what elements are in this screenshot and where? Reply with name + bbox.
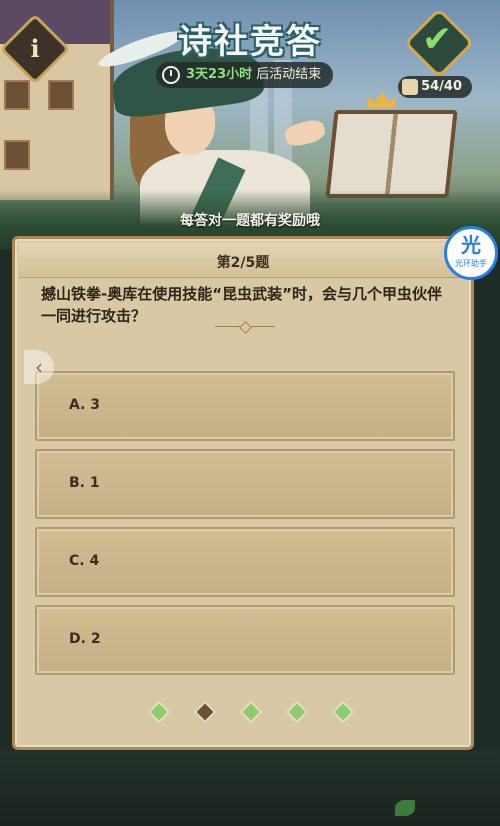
clock-icon	[162, 66, 180, 84]
progress-counter: 54/40	[398, 76, 472, 98]
option-a-button[interactable]: A. 3	[35, 371, 455, 441]
option-c-button[interactable]: C. 4	[35, 527, 455, 597]
assistant-label: 光环助手	[455, 259, 487, 268]
timer-suffix: 后活动结束	[256, 67, 322, 82]
option-label: B. 1	[69, 475, 100, 491]
quiz-panel: 第2/5题 撼山铁拳-奥库在使用技能“昆虫武装”时，会与几个甲虫伙伴一同进行攻击…	[12, 236, 474, 750]
timer-remaining: 3天23小时	[186, 67, 253, 82]
question-number: 第2/5题	[216, 255, 270, 271]
scroll-icon	[402, 79, 418, 95]
option-label: C. 4	[69, 553, 100, 569]
question-header: 第2/5题	[19, 243, 467, 278]
checkmark-icon: ✔	[422, 19, 453, 60]
crown-icon	[368, 92, 396, 108]
option-label: A. 3	[69, 397, 101, 413]
question-text: 撼山铁拳-奥库在使用技能“昆虫武装”时，会与几个甲虫伙伴一同进行攻击？	[41, 285, 442, 325]
page-dot-1	[147, 700, 171, 724]
assistant-logo: 光	[461, 233, 481, 257]
assistant-floating-button[interactable]: 光 光环助手	[444, 226, 498, 280]
page-dot-4	[285, 700, 309, 724]
watermark-logo	[395, 798, 465, 820]
event-timer: 3天23小时 后活动结束	[156, 62, 334, 88]
page-dot-3	[239, 700, 263, 724]
book-icon	[325, 110, 458, 198]
option-label: D. 2	[69, 631, 101, 647]
reward-banner: 每答对一题都有奖励哦	[180, 213, 320, 229]
page-dot-5	[331, 700, 355, 724]
completion-badge[interactable]: ✔	[403, 7, 475, 79]
question-pagination	[145, 700, 365, 724]
leaf-icon	[395, 800, 415, 816]
divider	[215, 323, 275, 331]
progress-value: 54/40	[421, 79, 462, 94]
page-dot-2-current	[193, 700, 217, 724]
option-b-button[interactable]: B. 1	[35, 449, 455, 519]
option-d-button[interactable]: D. 2	[35, 605, 455, 675]
